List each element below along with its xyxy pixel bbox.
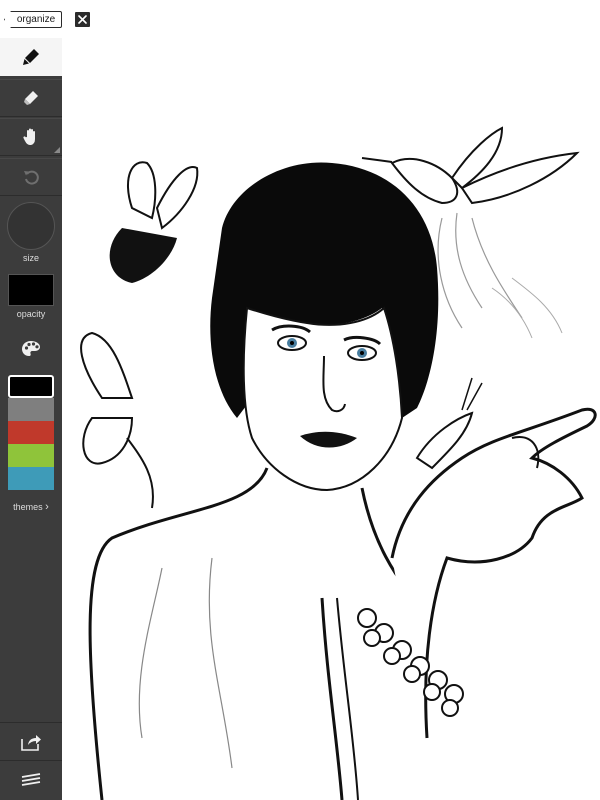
layers-button[interactable] <box>0 760 62 798</box>
palette-icon <box>22 341 40 356</box>
organize-button[interactable]: organize <box>4 11 62 28</box>
color-swatches <box>8 375 54 490</box>
opacity-label: opacity <box>16 309 46 319</box>
eraser-icon <box>24 91 38 105</box>
size-label: size <box>22 253 39 263</box>
chevron-right-icon: › <box>45 501 49 513</box>
artwork-illustration <box>80 126 597 800</box>
color-swatch-green[interactable] <box>8 444 54 467</box>
export-icon <box>21 734 41 751</box>
undo-tool[interactable] <box>0 158 62 196</box>
brush-tool[interactable] <box>0 38 62 76</box>
hand-icon <box>23 128 35 145</box>
opacity-control[interactable] <box>8 274 54 306</box>
eraser-tool[interactable] <box>0 79 62 117</box>
color-swatch-red[interactable] <box>8 421 54 444</box>
export-button[interactable] <box>0 722 62 760</box>
color-picker-button[interactable] <box>0 330 62 368</box>
hand-tool[interactable] <box>0 118 62 156</box>
hand-tool-options-indicator <box>54 147 60 153</box>
color-swatch-blue[interactable] <box>8 467 54 490</box>
close-icon <box>78 15 87 24</box>
layers-icon <box>21 772 41 786</box>
themes-label: themes <box>13 502 43 512</box>
undo-icon <box>24 170 39 185</box>
color-swatch-gray[interactable] <box>8 398 54 421</box>
top-bar: organize <box>0 0 600 38</box>
themes-button[interactable]: themes › <box>0 501 62 513</box>
brush-icon <box>23 49 39 65</box>
close-button[interactable] <box>75 12 90 27</box>
drawing-canvas[interactable] <box>62 38 600 800</box>
tool-sidebar: size opacity themes › <box>0 38 62 800</box>
brush-size-control[interactable] <box>7 202 55 250</box>
color-swatch-black[interactable] <box>8 375 54 398</box>
